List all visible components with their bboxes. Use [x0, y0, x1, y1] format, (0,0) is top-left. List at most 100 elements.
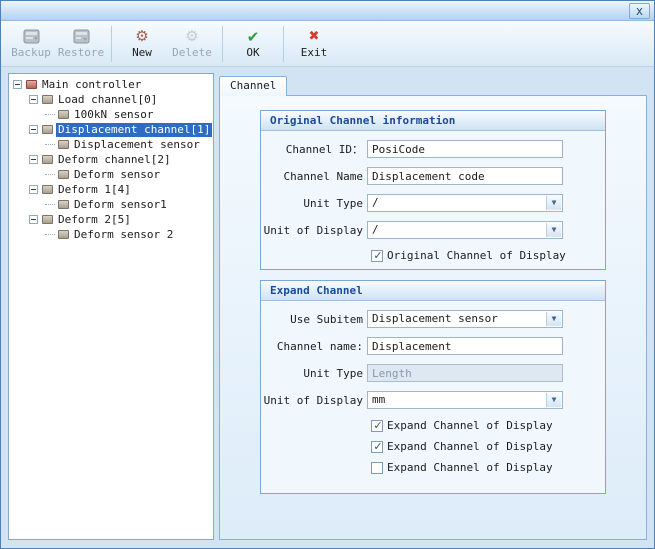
tree-item-label: Load channel[0]	[56, 93, 159, 107]
close-button[interactable]: x	[629, 3, 650, 19]
chevron-down-icon[interactable]: ▼	[546, 223, 561, 237]
collapse-icon[interactable]	[29, 95, 38, 104]
title-bar: x	[1, 1, 654, 21]
exit-button[interactable]: ✖ Exit	[289, 23, 339, 65]
chevron-down-icon[interactable]: ▼	[546, 312, 561, 326]
expand-display-checkbox-3-label: Expand Channel of Display	[387, 461, 553, 474]
tree-item-deform-sensor1[interactable]: Deform sensor1	[11, 197, 211, 212]
tree-item-deform-sensor[interactable]: Deform sensor	[11, 167, 211, 182]
tree-item-100kn-sensor[interactable]: 100kN sensor	[11, 107, 211, 122]
tree-item-label: Deform sensor1	[72, 198, 169, 212]
exit-cross-icon: ✖	[309, 28, 320, 45]
channel-icon	[42, 95, 53, 104]
expand-display-checkbox-1[interactable]	[371, 420, 383, 432]
expand-channel-group: Expand Channel Use Subitem Displacement …	[260, 280, 606, 494]
exit-label: Exit	[301, 46, 328, 59]
toolbar-separator	[111, 26, 112, 62]
toolbar-separator	[222, 26, 223, 62]
restore-button: Restore	[56, 23, 106, 65]
expand-channel-name-row: Channel name:	[261, 337, 605, 355]
unit-display-row: Unit of Display / ▼	[261, 221, 605, 239]
use-subitem-value: Displacement sensor	[372, 312, 498, 325]
expand-display-checkbox-3[interactable]	[371, 462, 383, 474]
ok-check-icon: ✔	[247, 28, 260, 45]
tree-item-main-controller[interactable]: Main controller	[11, 77, 211, 92]
tree-item-label: Deform 1[4]	[56, 183, 133, 197]
new-button[interactable]: ⚙ New	[117, 23, 167, 65]
collapse-icon[interactable]	[29, 185, 38, 194]
unit-display-value: /	[372, 223, 379, 236]
expand-channel-name-input[interactable]	[367, 337, 563, 355]
tree-item-label: Main controller	[40, 78, 143, 92]
close-icon: x	[636, 5, 643, 17]
tab-channel-label: Channel	[230, 79, 276, 92]
tree-item-load-channel-0[interactable]: Load channel[0]	[11, 92, 211, 107]
delete-label: Delete	[172, 46, 212, 59]
expand-display-row-1: Expand Channel of Display	[261, 419, 605, 432]
sensor-icon	[58, 200, 69, 209]
tree-item-label: Displacement channel[1]	[56, 123, 212, 137]
channel-id-input[interactable]	[367, 140, 563, 158]
tree-item-deform-2-5[interactable]: Deform 2[5]	[11, 212, 211, 227]
expand-unit-display-value: mm	[372, 393, 385, 406]
tab-channel[interactable]: Channel	[219, 76, 287, 96]
original-display-row: Original Channel of Display	[261, 249, 605, 262]
unit-display-select[interactable]: / ▼	[367, 221, 563, 239]
chevron-down-icon[interactable]: ▼	[546, 196, 561, 210]
backup-icon	[23, 28, 40, 45]
tree-item-label: Deform 2[5]	[56, 213, 133, 227]
ok-button[interactable]: ✔ OK	[228, 23, 278, 65]
expand-display-checkbox-1-label: Expand Channel of Display	[387, 419, 553, 432]
channel-icon	[42, 125, 53, 134]
tree-item-deform-1-4[interactable]: Deform 1[4]	[11, 182, 211, 197]
use-subitem-select[interactable]: Displacement sensor ▼	[367, 310, 563, 328]
collapse-icon[interactable]	[29, 125, 38, 134]
channel-settings-dialog: x Backup Restore ⚙ New ⚙ Delete ✔ OK	[0, 0, 655, 549]
chevron-down-icon[interactable]: ▼	[546, 393, 561, 407]
expand-unit-display-row: Unit of Display mm ▼	[261, 391, 605, 409]
unit-type-row: Unit Type / ▼	[261, 194, 605, 212]
tree-item-label: Deform sensor 2	[72, 228, 175, 242]
expand-unit-display-label: Unit of Display	[261, 394, 367, 407]
expand-unit-type-label: Unit Type	[261, 367, 367, 380]
expand-unit-display-select[interactable]: mm ▼	[367, 391, 563, 409]
tree-item-label: Deform channel[2]	[56, 153, 173, 167]
delete-gear-icon: ⚙	[185, 28, 198, 45]
tree-item-label: Deform sensor	[72, 168, 162, 182]
unit-type-value: /	[372, 196, 379, 209]
tree-connector	[45, 234, 55, 235]
restore-label: Restore	[58, 46, 104, 59]
ok-label: OK	[246, 46, 259, 59]
channel-icon	[42, 215, 53, 224]
unit-display-label: Unit of Display	[261, 224, 367, 237]
unit-type-select[interactable]: / ▼	[367, 194, 563, 212]
channel-name-input[interactable]	[367, 167, 563, 185]
channel-id-row: Channel ID：	[261, 140, 605, 158]
expand-display-row-3: Expand Channel of Display	[261, 461, 605, 474]
use-subitem-label: Use Subitem	[261, 313, 367, 326]
controller-icon	[26, 80, 37, 89]
sensor-icon	[58, 230, 69, 239]
collapse-icon[interactable]	[29, 155, 38, 164]
tree-item-displacement-channel-1[interactable]: Displacement channel[1]	[11, 122, 211, 137]
collapse-icon[interactable]	[13, 80, 22, 89]
toolbar: Backup Restore ⚙ New ⚙ Delete ✔ OK ✖ Exi…	[1, 21, 654, 67]
expand-unit-type-input	[367, 364, 563, 382]
original-display-checkbox[interactable]	[371, 250, 383, 262]
tree-item-deform-channel-2[interactable]: Deform channel[2]	[11, 152, 211, 167]
delete-button: ⚙ Delete	[167, 23, 217, 65]
backup-button: Backup	[6, 23, 56, 65]
channel-icon	[42, 155, 53, 164]
original-channel-group: Original Channel information Channel ID：…	[260, 110, 606, 270]
expand-display-checkbox-2[interactable]	[371, 441, 383, 453]
channel-name-row: Channel Name	[261, 167, 605, 185]
expand-channel-name-label: Channel name:	[261, 340, 367, 353]
expand-display-row-2: Expand Channel of Display	[261, 440, 605, 453]
channel-id-label: Channel ID：	[261, 141, 367, 157]
tree-item-displacement-sensor[interactable]: Displacement sensor	[11, 137, 211, 152]
collapse-icon[interactable]	[29, 215, 38, 224]
tree-item-deform-sensor-2[interactable]: Deform sensor 2	[11, 227, 211, 242]
tree-item-label: 100kN sensor	[72, 108, 155, 122]
original-channel-group-title: Original Channel information	[261, 111, 605, 131]
channel-name-label: Channel Name	[261, 170, 367, 183]
